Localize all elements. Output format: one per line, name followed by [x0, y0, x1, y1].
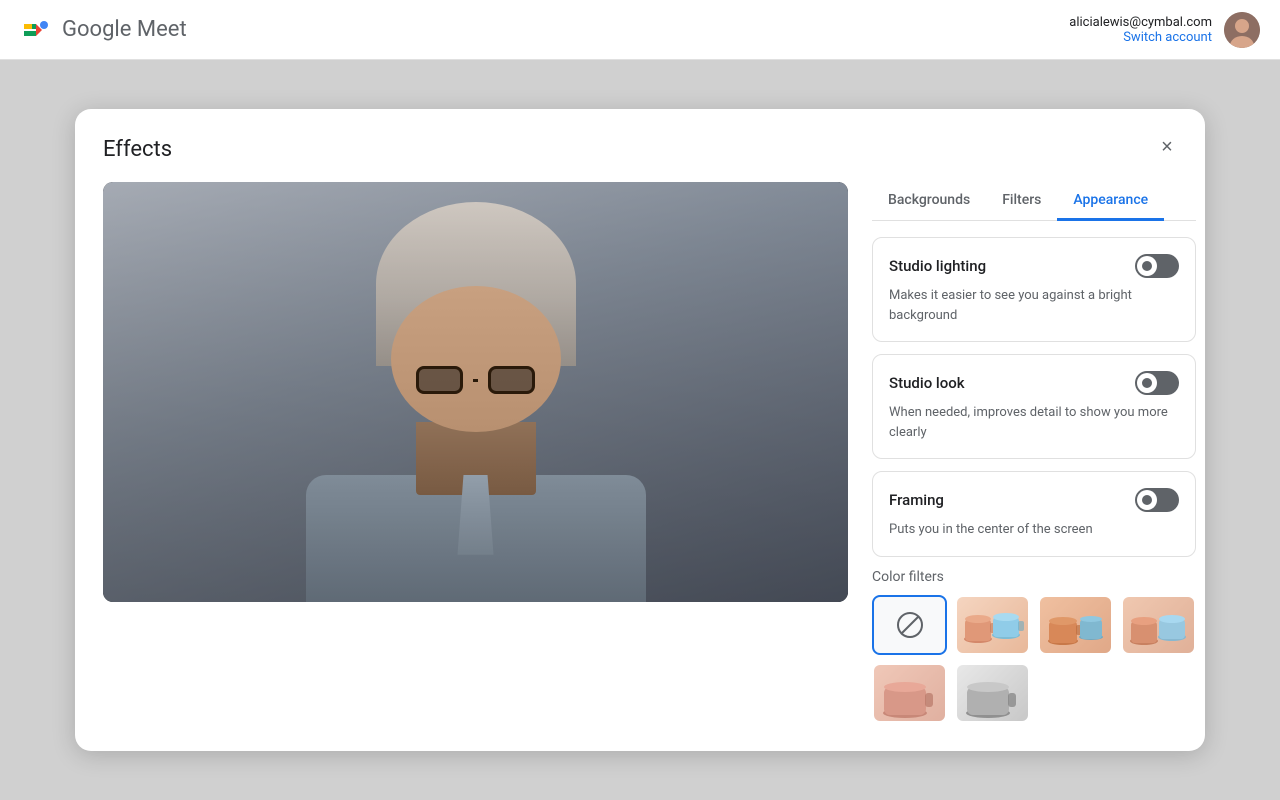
- color-filters-title: Color filters: [872, 569, 1196, 585]
- color-filter-none[interactable]: [872, 595, 947, 655]
- glasses-left: [416, 366, 463, 394]
- studio-look-card: Studio look When needed, improves detail…: [872, 354, 1196, 459]
- color-filter-mono[interactable]: [955, 663, 1030, 723]
- tab-appearance[interactable]: Appearance: [1057, 182, 1164, 221]
- cups-warm-icon: [958, 597, 1028, 653]
- modal-title: Effects: [103, 137, 1177, 162]
- framing-toggle[interactable]: [1135, 488, 1179, 512]
- studio-lighting-name: Studio lighting: [889, 257, 986, 275]
- studio-look-header: Studio look: [889, 371, 1179, 395]
- color-filter-warm[interactable]: [955, 595, 1030, 655]
- warm-filter-preview: [957, 597, 1028, 653]
- studio-lighting-toggle[interactable]: [1135, 254, 1179, 278]
- orange-filter-preview: [1040, 597, 1111, 653]
- cups-salmon-icon: [875, 665, 945, 721]
- framing-header: Framing: [889, 488, 1179, 512]
- account-info: alicialewis@cymbal.com Switch account: [1069, 15, 1212, 45]
- tab-backgrounds[interactable]: Backgrounds: [872, 182, 986, 221]
- framing-card: Framing Puts you in the center of the sc…: [872, 471, 1196, 557]
- cups-orange-icon: [1041, 597, 1111, 653]
- switch-account-link[interactable]: Switch account: [1069, 30, 1212, 45]
- app-title: Google Meet: [62, 17, 187, 42]
- topbar-right: alicialewis@cymbal.com Switch account: [1069, 12, 1260, 48]
- shirt: [306, 475, 646, 603]
- glasses-bridge: [473, 379, 478, 382]
- studio-look-name: Studio look: [889, 374, 965, 392]
- topbar-left: Google Meet: [20, 14, 187, 46]
- page-center: Effects ×: [0, 60, 1280, 800]
- studio-lighting-header: Studio lighting: [889, 254, 1179, 278]
- right-panel: Backgrounds Filters Appearance Studio li…: [872, 182, 1196, 723]
- glasses: [416, 366, 535, 394]
- mono-filter-preview: [957, 665, 1028, 721]
- studio-look-desc: When needed, improves detail to show you…: [889, 403, 1179, 442]
- studio-look-toggle[interactable]: [1135, 371, 1179, 395]
- studio-lighting-card: Studio lighting Makes it easier to see y…: [872, 237, 1196, 342]
- panel-scroll[interactable]: Studio lighting Makes it easier to see y…: [872, 237, 1196, 723]
- user-email: alicialewis@cymbal.com: [1069, 15, 1212, 30]
- google-meet-logo-icon: [20, 14, 52, 46]
- video-inner: [103, 182, 848, 602]
- color-filter-mixed[interactable]: [1121, 595, 1196, 655]
- tab-filters[interactable]: Filters: [986, 182, 1057, 221]
- studio-look-knob: [1137, 373, 1157, 393]
- salmon-filter-preview: [874, 665, 945, 721]
- effects-modal: Effects ×: [75, 109, 1205, 751]
- person-silhouette: [178, 182, 774, 602]
- tabs: Backgrounds Filters Appearance: [872, 182, 1196, 221]
- modal-body: Backgrounds Filters Appearance Studio li…: [103, 182, 1177, 723]
- studio-lighting-knob: [1137, 256, 1157, 276]
- color-filter-orange[interactable]: [1038, 595, 1113, 655]
- color-filters-section: Color filters: [872, 569, 1196, 723]
- cups-mono-icon: [958, 665, 1028, 721]
- framing-knob: [1137, 490, 1157, 510]
- face: [391, 286, 561, 432]
- glasses-right: [488, 366, 535, 394]
- framing-name: Framing: [889, 491, 944, 509]
- video-preview: [103, 182, 848, 602]
- cups-mixed-icon: [1124, 597, 1194, 653]
- no-filter-icon: [896, 611, 924, 639]
- avatar-icon: [1224, 12, 1260, 48]
- close-button[interactable]: ×: [1149, 129, 1185, 165]
- topbar: Google Meet alicialewis@cymbal.com Switc…: [0, 0, 1280, 60]
- mixed-filter-preview: [1123, 597, 1194, 653]
- framing-desc: Puts you in the center of the screen: [889, 520, 1179, 540]
- color-filters-grid: [872, 595, 1196, 723]
- studio-lighting-desc: Makes it easier to see you against a bri…: [889, 286, 1179, 325]
- avatar[interactable]: [1224, 12, 1260, 48]
- color-filter-salmon[interactable]: [872, 663, 947, 723]
